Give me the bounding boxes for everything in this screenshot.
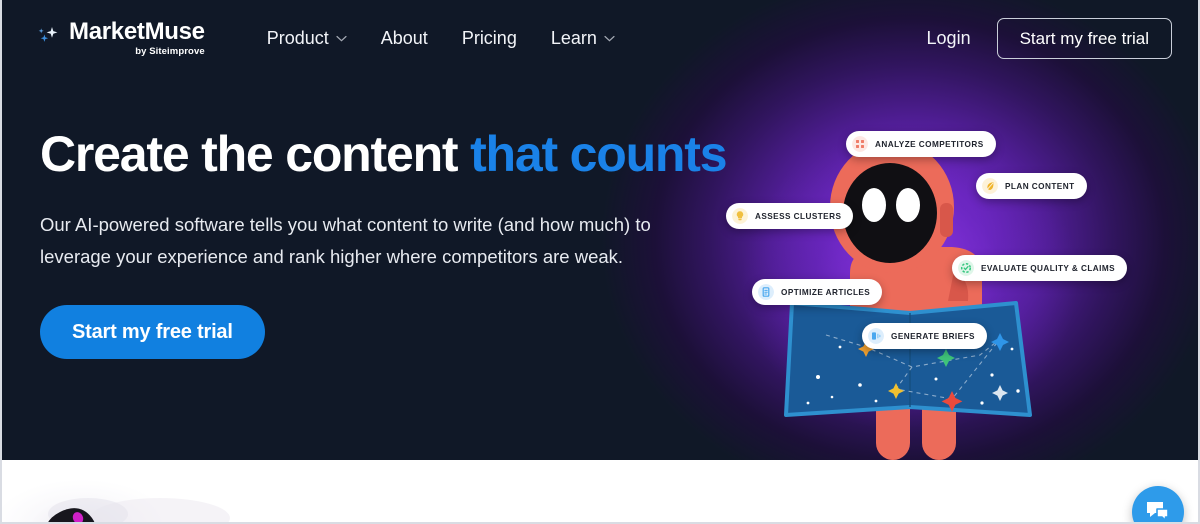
nav-label-product: Product xyxy=(266,28,329,48)
nav-item-pricing[interactable]: Pricing xyxy=(462,28,517,49)
nav-label-learn: Learn xyxy=(550,28,597,48)
badge-check-icon xyxy=(958,260,974,276)
hero-copy: Create the content that counts Our AI-po… xyxy=(40,128,740,359)
main-navigation: Product About Pricing Learn xyxy=(267,28,615,49)
grid-icon xyxy=(852,136,868,152)
chip-evaluate-quality-claims[interactable]: EVALUATE QUALITY & CLAIMS xyxy=(952,255,1128,281)
nav-item-learn[interactable]: Learn xyxy=(551,28,615,49)
login-link[interactable]: Login xyxy=(927,28,971,49)
star-map xyxy=(784,301,1032,417)
chat-bubble-icon xyxy=(1147,502,1169,522)
nav-label-about: About xyxy=(380,28,428,48)
page-root: MarketMuse by Siteimprove Product About … xyxy=(0,0,1200,524)
headline-white: Create the content xyxy=(40,126,459,182)
document-icon xyxy=(758,284,774,300)
chip-label: GENERATE BRIEFS xyxy=(891,331,975,341)
nav-item-about[interactable]: About xyxy=(381,28,428,49)
chip-label: PLAN CONTENT xyxy=(1005,181,1075,191)
chevron-down-icon xyxy=(604,35,615,42)
helmet-ear xyxy=(940,203,953,237)
header-actions: Login Start my free trial xyxy=(927,18,1172,59)
eye-left xyxy=(862,188,886,222)
header-start-trial-button[interactable]: Start my free trial xyxy=(996,18,1172,59)
nav-label-pricing: Pricing xyxy=(461,28,517,48)
chip-analyze-competitors[interactable]: ANALYZE COMPETITORS xyxy=(846,131,996,157)
decorative-blob-group xyxy=(47,498,230,524)
brand-name: MarketMuse xyxy=(69,18,205,46)
brief-icon xyxy=(868,328,884,344)
chip-label: OPTIMIZE ARTICLES xyxy=(781,287,871,297)
feather-icon xyxy=(982,178,998,194)
chip-label: EVALUATE QUALITY & CLAIMS xyxy=(981,263,1116,273)
chip-generate-briefs[interactable]: GENERATE BRIEFS xyxy=(862,323,987,349)
nav-item-product[interactable]: Product xyxy=(267,28,347,49)
page-title: Create the content that counts xyxy=(40,128,740,181)
hero-subheadline: Our AI-powered software tells you what c… xyxy=(40,214,651,267)
chip-optimize-articles[interactable]: OPTIMIZE ARTICLES xyxy=(752,279,883,305)
chip-assess-clusters[interactable]: ASSESS CLUSTERS xyxy=(726,203,854,229)
eye-right xyxy=(896,188,920,222)
below-fold-section xyxy=(0,460,1200,524)
brand-logo[interactable]: MarketMuse by Siteimprove xyxy=(36,20,205,57)
brand-tagline: by Siteimprove xyxy=(135,46,205,58)
hero-start-trial-button[interactable]: Start my free trial xyxy=(40,304,265,359)
chip-plan-content[interactable]: PLAN CONTENT xyxy=(976,173,1087,199)
chevron-down-icon xyxy=(336,35,347,42)
chip-label: ASSESS CLUSTERS xyxy=(755,211,842,221)
site-header: MarketMuse by Siteimprove Product About … xyxy=(0,0,1200,77)
bulb-icon xyxy=(732,208,748,224)
visor xyxy=(843,163,937,263)
headline-accent: that counts xyxy=(470,126,727,182)
sparkles-icon xyxy=(38,27,58,43)
chip-label: ANALYZE COMPETITORS xyxy=(875,139,984,149)
